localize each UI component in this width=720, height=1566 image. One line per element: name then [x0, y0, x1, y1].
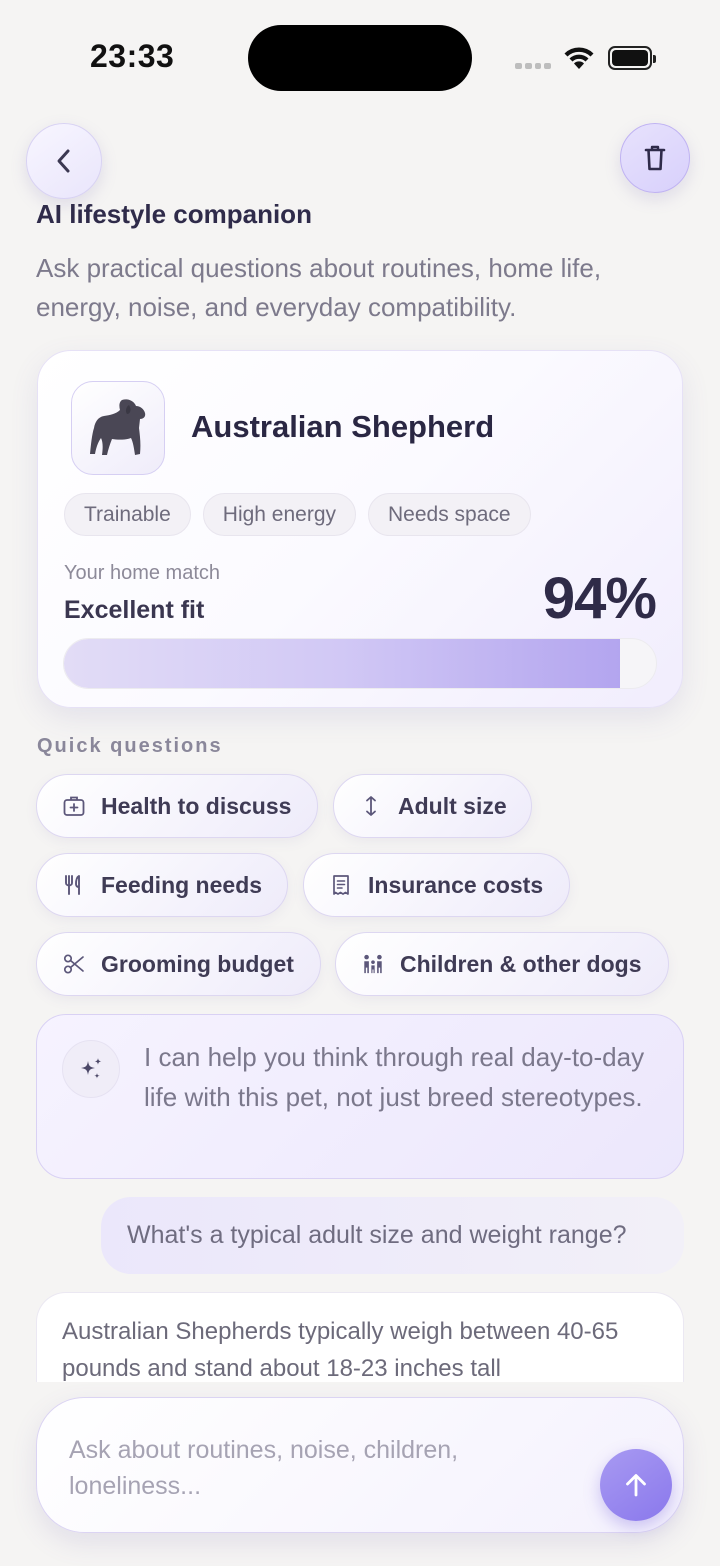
trash-icon: [644, 145, 666, 171]
scissors-icon: [63, 953, 85, 975]
quick-question-insurance[interactable]: Insurance costs: [303, 853, 570, 917]
breed-card: Australian Shepherd Trainable High energ…: [37, 350, 683, 708]
chip-label: Insurance costs: [368, 871, 544, 898]
breed-name: Australian Shepherd: [191, 409, 495, 444]
match-percentage: 94%: [542, 566, 657, 631]
trait-tag: Needs space: [368, 493, 531, 536]
back-button[interactable]: [26, 123, 102, 199]
breed-tags: Trainable High energy Needs space: [64, 493, 531, 536]
vertical-arrows-icon: [360, 795, 382, 817]
fork-knife-icon: [63, 874, 85, 896]
battery-icon: [608, 46, 656, 70]
quick-question-grooming[interactable]: Grooming budget: [36, 932, 321, 996]
match-label: Your home match: [64, 562, 221, 584]
chip-label: Grooming budget: [101, 950, 294, 977]
page-subtitle: Ask practical questions about routines, …: [36, 253, 602, 322]
receipt-icon: [330, 874, 352, 896]
assistant-reply-message: Australian Shepherds typically weigh bet…: [36, 1292, 684, 1382]
match-progress-bar: [63, 638, 657, 689]
message-input[interactable]: [69, 1432, 569, 1502]
quick-questions-title: Quick questions: [37, 735, 223, 757]
quick-question-feeding[interactable]: Feeding needs: [36, 853, 288, 917]
assistant-intro-text: I can help you think through real day-to…: [144, 1042, 645, 1112]
message-composer: [36, 1397, 684, 1533]
assistant-reply-text: Australian Shepherds typically weigh bet…: [62, 1318, 619, 1382]
arrow-up-icon: [626, 1474, 646, 1497]
page-title: AI lifestyle companion: [36, 199, 312, 229]
quick-question-adult-size[interactable]: Adult size: [333, 774, 532, 838]
chevron-left-icon: [57, 149, 70, 173]
assistant-intro-message: I can help you think through real day-to…: [36, 1014, 684, 1179]
sparkles-icon: [81, 1058, 102, 1079]
family-icon: [362, 953, 384, 975]
chip-label: Health to discuss: [101, 792, 292, 819]
dynamic-island: [248, 25, 472, 91]
match-progress-fill: [64, 639, 621, 688]
assistant-avatar: [62, 1040, 120, 1098]
quick-question-children-dogs[interactable]: Children & other dogs: [335, 932, 669, 996]
quick-question-health[interactable]: Health to discuss: [36, 774, 318, 838]
medical-kit-icon: [63, 795, 85, 817]
chip-label: Adult size: [398, 792, 507, 819]
delete-chat-button[interactable]: [620, 123, 690, 193]
send-button[interactable]: [600, 1449, 672, 1521]
trait-tag: High energy: [202, 493, 357, 536]
user-message: What's a typical adult size and weight r…: [101, 1197, 684, 1274]
match-value: Excellent fit: [64, 596, 205, 624]
chip-label: Feeding needs: [101, 871, 263, 898]
dog-silhouette-icon: [90, 399, 146, 455]
chip-label: Children & other dogs: [400, 950, 642, 977]
wifi-icon: [564, 47, 594, 69]
breed-avatar: [71, 381, 165, 475]
trait-tag: Trainable: [64, 493, 191, 536]
status-time: 23:33: [90, 38, 175, 74]
signal-icon: [515, 63, 551, 69]
